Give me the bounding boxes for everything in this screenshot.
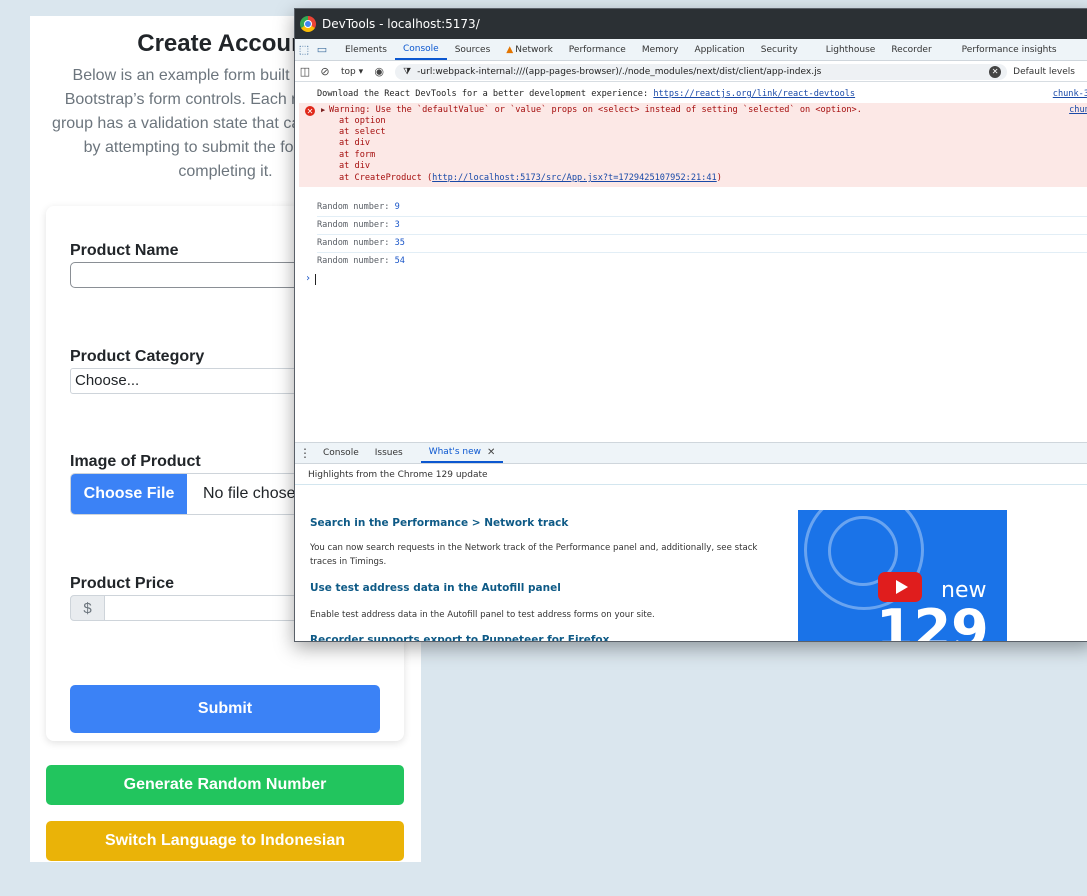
drawer-tab-issues[interactable]: Issues [367, 443, 411, 463]
tab-network-label: Network [515, 44, 553, 55]
log-label: Random number: [317, 220, 395, 230]
whats-new-item-text: Enable test address data in the Autofill… [310, 610, 655, 620]
tab-network[interactable]: ▲ Network [498, 39, 561, 60]
filter-value: -url:webpack-internal:///(app-pages-brow… [417, 66, 822, 77]
warning-icon: ▲ [506, 44, 514, 55]
clear-console-icon[interactable]: ⊘ [315, 65, 335, 78]
whats-new-item-heading[interactable]: Use test address data in the Autofill pa… [310, 582, 561, 594]
sidebar-toggle-icon[interactable]: ◫ [295, 65, 315, 78]
product-name-label: Product Name [70, 242, 179, 259]
log-message: Random number: 54 [317, 253, 1087, 271]
log-label: Random number: [317, 238, 395, 248]
tab-security[interactable]: Security [753, 39, 806, 60]
thumbnail-version-text: 129 [876, 598, 989, 642]
devtools-titlebar[interactable]: DevTools - localhost:5173/ [295, 9, 1087, 39]
console-output: Download the React DevTools for a better… [295, 83, 1087, 441]
tab-elements[interactable]: Elements [337, 39, 395, 60]
log-label: Random number: [317, 202, 395, 212]
stack-frame: at option [339, 116, 386, 126]
drawer-tab-whats-new-label: What's new [428, 447, 481, 457]
log-message: Random number: 9 [317, 199, 1087, 217]
chrome-logo-icon [300, 16, 316, 32]
generate-random-number-button[interactable]: Generate Random Number [46, 765, 404, 805]
inspect-element-icon[interactable]: ⬚ [295, 39, 313, 60]
context-selector[interactable]: top ▾ [335, 67, 369, 77]
log-value: 54 [394, 256, 405, 266]
stack-frame: at div [339, 161, 371, 171]
log-value: 3 [394, 220, 400, 230]
stack-frame-last: at CreateProduct (http://localhost:5173/… [339, 173, 722, 183]
whats-new-video-thumbnail[interactable]: new 129 [798, 510, 1007, 642]
devtools-title: DevTools - localhost:5173/ [322, 17, 480, 31]
device-toolbar-icon[interactable]: ▭ [313, 39, 331, 60]
stack-frame-prefix: at CreateProduct ( [339, 173, 433, 183]
stack-frame: at div [339, 138, 371, 148]
whats-new-item-heading[interactable]: Search in the Performance > Network trac… [310, 517, 568, 529]
log-levels-dropdown[interactable]: Default levels [1013, 67, 1075, 77]
log-message: Random number: 35 [317, 235, 1087, 253]
devtools-tab-bar: ⬚ ▭ Elements Console Sources ▲ Network Pe… [295, 39, 1087, 61]
tab-application[interactable]: Application [686, 39, 752, 60]
stack-frame-suffix: ) [716, 173, 722, 183]
filter-icon: ⧩ [403, 66, 412, 77]
log-label: Random number: [317, 256, 395, 266]
whats-new-item-heading[interactable]: Recorder supports export to Puppeteer fo… [310, 634, 609, 641]
choose-file-button[interactable]: Choose File [71, 474, 187, 514]
tab-recorder[interactable]: Recorder [883, 39, 939, 60]
stack-frame: at select [339, 127, 386, 137]
close-icon[interactable]: ✕ [487, 447, 495, 458]
tab-performance-insights[interactable]: Performance insights [954, 39, 1065, 60]
stack-source-link[interactable]: http://localhost:5173/src/App.jsx?t=1729… [432, 173, 717, 183]
warning-message: Warning: Use the `defaultValue` or `valu… [329, 105, 862, 115]
whats-new-item-text: You can now search requests in the Netwo… [310, 543, 758, 567]
eye-icon[interactable]: ◉ [369, 65, 389, 78]
devtools-window: DevTools - localhost:5173/ ⬚ ▭ Elements … [294, 8, 1087, 642]
message-source-link[interactable]: chunk-3 [1053, 89, 1087, 99]
console-prompt-icon: › [305, 273, 312, 284]
drawer-tab-whats-new[interactable]: What's new ✕ [420, 443, 504, 463]
tab-memory[interactable]: Memory [634, 39, 687, 60]
tab-performance[interactable]: Performance [561, 39, 634, 60]
log-value: 35 [394, 238, 405, 248]
drawer-menu-icon[interactable]: ⋮ [295, 443, 315, 463]
log-message: Random number: 3 [317, 217, 1087, 235]
clear-filter-icon[interactable]: ✕ [989, 65, 1002, 78]
error-icon: ✕ [305, 106, 315, 116]
console-message: Download the React DevTools for a better… [317, 89, 1087, 99]
console-warning: ✕ ▶ Warning: Use the `defaultValue` or `… [299, 103, 1087, 187]
expand-triangle-icon[interactable]: ▶ [321, 106, 325, 114]
drawer-tab-console[interactable]: Console [315, 443, 367, 463]
drawer-tab-bar: ⋮ Console Issues What's new ✕ [295, 442, 1087, 464]
submit-button[interactable]: Submit [70, 685, 380, 733]
console-toolbar: ◫ ⊘ top ▾ ◉ ⧩ -url:webpack-internal:///(… [295, 62, 1087, 82]
tab-lighthouse[interactable]: Lighthouse [818, 39, 884, 60]
switch-language-button[interactable]: Switch Language to Indonesian [46, 821, 404, 861]
whats-new-highlights: Highlights from the Chrome 129 update [295, 465, 1087, 485]
whats-new-panel: Highlights from the Chrome 129 update Se… [295, 465, 1087, 642]
console-filter-input[interactable]: ⧩ -url:webpack-internal:///(app-pages-br… [395, 63, 1008, 80]
message-text: Download the React DevTools for a better… [317, 89, 654, 99]
react-devtools-link[interactable]: https://reactjs.org/link/react-devtools [653, 89, 855, 99]
currency-prefix: $ [70, 595, 105, 621]
tab-console[interactable]: Console [394, 39, 447, 60]
log-value: 9 [394, 202, 400, 212]
warning-source-link[interactable]: chunk [1069, 105, 1087, 115]
product-category-label: Product Category [70, 348, 205, 365]
product-price-label: Product Price [70, 575, 175, 592]
stack-frame: at form [339, 150, 376, 160]
image-label: Image of Product [70, 453, 201, 470]
console-input-caret[interactable] [315, 274, 316, 285]
tab-sources[interactable]: Sources [447, 39, 499, 60]
